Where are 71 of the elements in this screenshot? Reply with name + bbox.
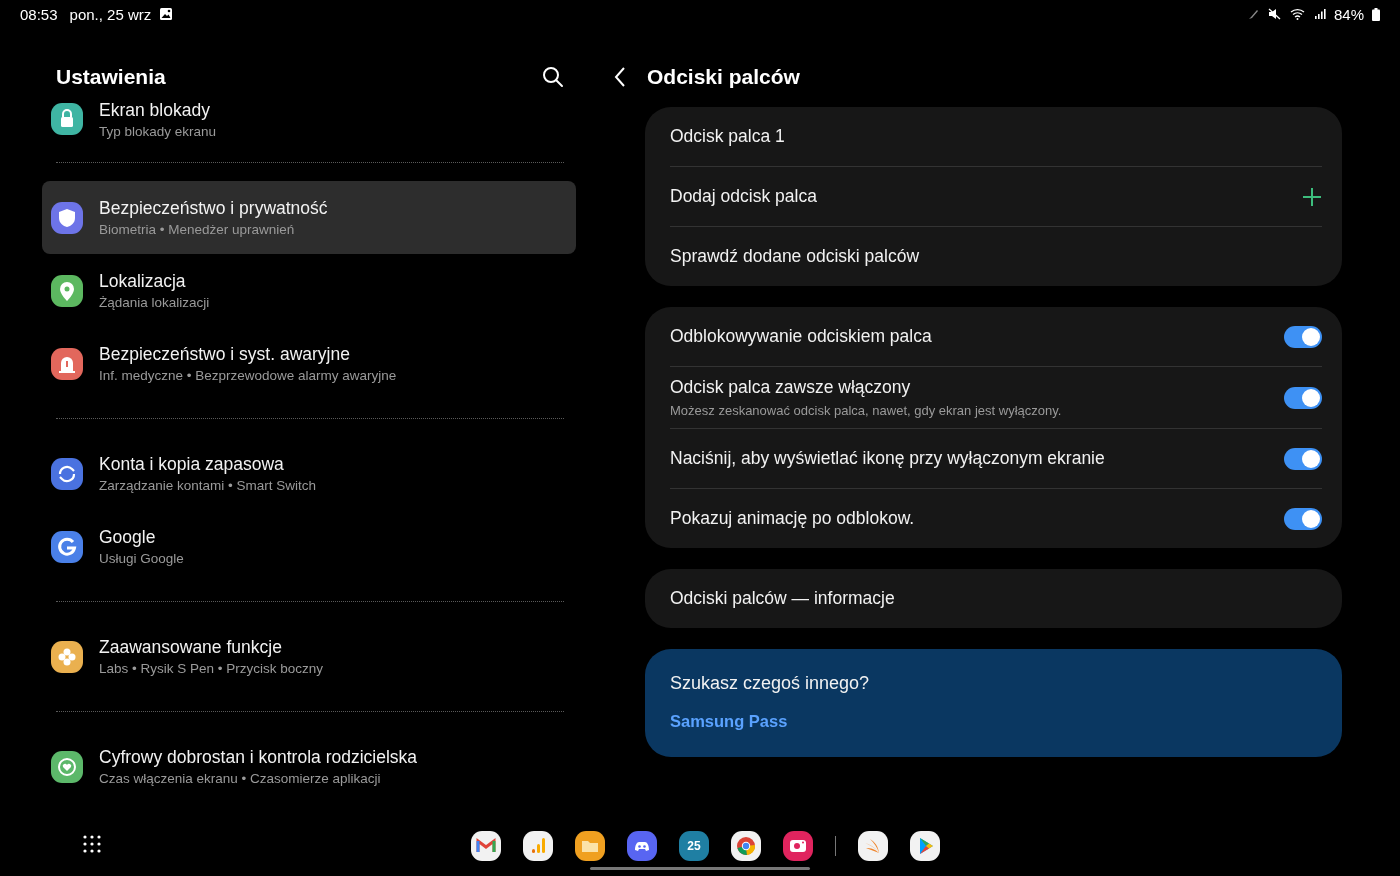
- settings-item[interactable]: Zaawansowane funkcje Labs • Rysik S Pen • Przycisk boczny: [42, 620, 576, 693]
- row-label: Odblokowywanie odciskiem palca: [670, 326, 932, 347]
- browser-icon[interactable]: [731, 831, 761, 861]
- row-label: Pokazuj animację po odblokow.: [670, 508, 915, 529]
- item-subtitle: Typ blokady ekranu: [99, 123, 217, 139]
- row-label: Odciski palców — informacje: [670, 588, 895, 609]
- samsung-pass-link[interactable]: Samsung Pass: [670, 712, 788, 731]
- suggestion-heading: Szukasz czegoś innego?: [670, 673, 871, 694]
- item-subtitle: Inf. medyczne • Bezprzewodowe alarmy awaryjne: [99, 368, 397, 383]
- item-subtitle: Biometria • Menedżer uprawnień: [99, 222, 296, 237]
- item-title: Ekran blokady: [99, 99, 211, 121]
- item-subtitle: Żądania lokalizacji: [99, 295, 210, 310]
- row-label: Odcisk palca 1: [670, 126, 785, 147]
- item-title: Bezpieczeństwo i syst. awaryjne: [99, 344, 351, 365]
- item-title: Google: [99, 527, 157, 548]
- battery-percent: 84%: [1333, 5, 1364, 23]
- toggle-switch[interactable]: [1284, 447, 1322, 470]
- row-label: Naciśnij, aby wyświetlać ikonę przy wyłączonym ekranie: [670, 448, 1105, 469]
- play-store-icon[interactable]: [910, 831, 940, 861]
- item-subtitle: Czas włączenia ekranu • Czasomierze aplikacji: [99, 771, 382, 786]
- mail-icon[interactable]: [471, 831, 501, 861]
- item-subtitle: Zarządzanie kontami • Smart Switch: [99, 478, 317, 493]
- toggle-switch[interactable]: [1284, 325, 1322, 348]
- row-label: Sprawdź dodane odciski palców: [670, 246, 920, 267]
- signal-icon: [1313, 8, 1326, 20]
- settings-row[interactable]: Odcisk palca zawsze włączony Możesz zeskanować odcisk palca, nawet, gdy ekran jest wyłączony.: [670, 367, 1322, 428]
- toggle-switch[interactable]: [1284, 386, 1322, 409]
- clock: 08:53: [20, 5, 58, 23]
- swift-icon[interactable]: [858, 831, 888, 861]
- settings-row[interactable]: Pokazuj animację po odblokow.: [670, 489, 1322, 548]
- pen-icon: [1247, 8, 1260, 20]
- wifi-icon: [1289, 8, 1306, 20]
- settings-item[interactable]: Bezpieczeństwo i prywatność Biometria • Menedżer uprawnień: [42, 181, 576, 254]
- search-icon[interactable]: [542, 66, 564, 88]
- item-subtitle: Labs • Rysik S Pen • Przycisk boczny: [99, 661, 324, 676]
- settings-row[interactable]: Odcisk palca 1: [670, 107, 1322, 166]
- settings-item[interactable]: Bezpieczeństwo i syst. awaryjne Inf. medyczne • Bezprzewodowe alarmy awaryjne: [42, 327, 576, 400]
- plus-icon[interactable]: [1302, 186, 1322, 207]
- app-grid-icon[interactable]: [83, 835, 101, 853]
- settings-row[interactable]: Dodaj odcisk palca: [670, 167, 1322, 226]
- page-title: Odciski palców: [647, 65, 800, 89]
- settings-row[interactable]: Naciśnij, aby wyświetlać ikonę przy wyłączonym ekranie: [670, 429, 1322, 488]
- item-title: Bezpieczeństwo i prywatność: [99, 198, 328, 219]
- settings-item[interactable]: Lokalizacja Żądania lokalizacji: [42, 254, 576, 327]
- item-title: Cyfrowy dobrostan i kontrola rodzicielska: [99, 747, 418, 768]
- item-title: Lokalizacja: [99, 271, 187, 292]
- item-title: Zaawansowane funkcje: [99, 637, 283, 658]
- row-label: Odcisk palca zawsze włączony: [670, 377, 912, 398]
- settings-row[interactable]: Odciski palców — informacje: [670, 569, 1322, 628]
- toggle-switch[interactable]: [1284, 507, 1322, 530]
- settings-item[interactable]: Google Usługi Google: [42, 510, 576, 583]
- back-icon[interactable]: [613, 66, 627, 88]
- settings-item[interactable]: Konta i kopia zapasowa Zarządzanie kontami • Smart Switch: [42, 437, 576, 510]
- row-description: Możesz zeskanować odcisk palca, nawet, gdy ekran jest wyłączony.: [670, 403, 1062, 418]
- item-title: Konta i kopia zapasowa: [99, 454, 285, 475]
- settings-row[interactable]: Sprawdź dodane odciski palców: [670, 227, 1322, 286]
- date: pon., 25 wrz: [69, 5, 152, 23]
- item-subtitle: Usługi Google: [99, 551, 184, 566]
- settings-item[interactable]: Cyfrowy dobrostan i kontrola rodzicielska Czas włączenia ekranu • Czasomierze aplikacji: [42, 730, 576, 803]
- gamepad-icon[interactable]: [627, 831, 657, 861]
- battery-icon: [1372, 7, 1380, 21]
- mute-icon: [1267, 8, 1282, 20]
- folder-icon[interactable]: [575, 831, 605, 861]
- camera-icon[interactable]: [783, 831, 813, 861]
- image-icon: [159, 7, 174, 21]
- bar-chart-icon[interactable]: [523, 831, 553, 861]
- settings-title: Ustawienia: [56, 65, 166, 89]
- settings-item[interactable]: Ekran blokady Typ blokady ekranu: [42, 94, 576, 144]
- calendar-app-button[interactable]: 25: [679, 831, 709, 861]
- row-label: Dodaj odcisk palca: [670, 186, 817, 207]
- settings-row[interactable]: Odblokowywanie odciskiem palca: [670, 307, 1322, 366]
